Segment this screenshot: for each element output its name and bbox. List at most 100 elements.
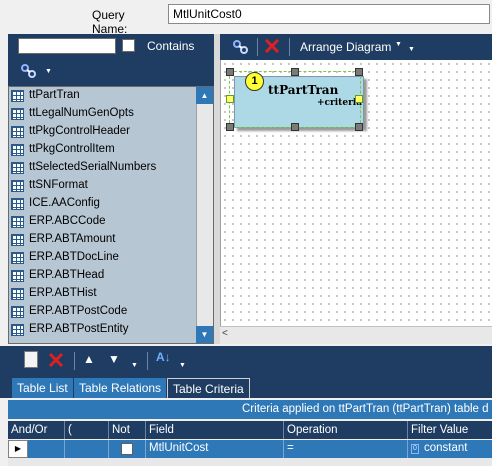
grid-body bbox=[8, 458, 492, 466]
table-icon bbox=[11, 288, 24, 300]
column-header-filter-value[interactable]: Filter Value bbox=[411, 424, 468, 436]
tab-table-relations[interactable]: Table Relations bbox=[74, 378, 167, 398]
column-divider bbox=[64, 421, 65, 439]
table-icon bbox=[11, 252, 24, 264]
table-icon bbox=[11, 180, 24, 192]
resize-handle[interactable] bbox=[291, 68, 299, 76]
table-list-item[interactable]: ttPkgControlHeader bbox=[9, 123, 199, 141]
table-search-input[interactable] bbox=[18, 38, 116, 54]
column-header-operation[interactable]: Operation bbox=[287, 424, 338, 436]
constant-type-icon: 0 bbox=[411, 444, 419, 454]
toolbar-divider bbox=[289, 38, 290, 56]
delete-icon[interactable] bbox=[264, 38, 280, 54]
cell-divider bbox=[407, 440, 408, 458]
table-icon bbox=[11, 198, 24, 210]
scroll-down-icon[interactable]: ▼ bbox=[196, 326, 213, 343]
link-icon[interactable] bbox=[230, 38, 252, 56]
connector-handle[interactable] bbox=[355, 95, 363, 103]
table-list-item[interactable]: ttPkgControlItem bbox=[9, 141, 199, 159]
move-down-icon[interactable]: ▼ bbox=[108, 352, 120, 366]
table-list-item[interactable]: ttLegalNumGenOpts bbox=[9, 105, 199, 123]
cell-filter-value[interactable]: constant bbox=[424, 442, 467, 454]
table-list-item-label: ERP.ABTAmount bbox=[29, 233, 116, 245]
table-list-item[interactable]: ttSelectedSerialNumbers bbox=[9, 159, 199, 177]
column-divider bbox=[108, 421, 109, 439]
toolbar-divider bbox=[147, 352, 148, 370]
chevron-down-icon[interactable]: ▼ bbox=[131, 362, 138, 369]
column-header-not[interactable]: Not bbox=[112, 424, 130, 436]
table-list-item-label: ttSNFormat bbox=[29, 179, 88, 191]
resize-handle[interactable] bbox=[291, 123, 299, 131]
column-header-field[interactable]: Field bbox=[149, 424, 174, 436]
scroll-left-icon[interactable]: < bbox=[222, 328, 228, 339]
cell-divider bbox=[64, 440, 65, 458]
table-list-item[interactable]: ICE.AAConfig bbox=[9, 195, 199, 213]
chevron-down-icon[interactable]: ▼ bbox=[408, 46, 415, 53]
table-list-item[interactable]: ERP.ABTHead bbox=[9, 267, 199, 285]
table-list-item[interactable]: ttPartTran bbox=[9, 87, 199, 105]
table-icon bbox=[11, 216, 24, 228]
table-list-scrollbar[interactable] bbox=[196, 87, 213, 343]
resize-handle[interactable] bbox=[355, 68, 363, 76]
table-list-item[interactable]: ERP.ABCCode bbox=[9, 213, 199, 231]
table-list-item-label: ICE.AAConfig bbox=[29, 197, 100, 209]
diagram-horizontal-scrollbar[interactable] bbox=[220, 326, 492, 344]
contains-checkbox[interactable] bbox=[122, 39, 135, 52]
delete-icon[interactable] bbox=[48, 352, 64, 368]
contains-label: Contains bbox=[147, 39, 195, 53]
table-list-item-label: ERP.ABTHist bbox=[29, 287, 97, 299]
table-list-item-label: ERP.ABTHead bbox=[29, 269, 105, 281]
table-list-item[interactable]: ERP.ABTAmount bbox=[9, 231, 199, 249]
table-icon bbox=[11, 162, 24, 174]
resize-handle[interactable] bbox=[226, 123, 234, 131]
link-icon[interactable] bbox=[18, 62, 40, 80]
table-icon bbox=[11, 126, 24, 138]
table-row[interactable] bbox=[8, 440, 492, 458]
tab-table-list[interactable]: Table List bbox=[12, 378, 73, 398]
table-list-item-label: ttPkgControlHeader bbox=[29, 125, 130, 137]
table-list-item-label: ttLegalNumGenOpts bbox=[29, 107, 134, 119]
table-list-item[interactable]: ERP.ABTPostCode bbox=[9, 303, 199, 321]
table-list: ttPartTran ttLegalNumGenOpts ttPkgControlH… bbox=[8, 86, 214, 344]
tab-table-criteria[interactable]: Table Criteria bbox=[167, 378, 250, 398]
row-indicator-icon[interactable]: ▶ bbox=[8, 440, 28, 458]
cell-field[interactable]: MtlUnitCost bbox=[149, 442, 208, 454]
table-list-item-label: ERP.ABCCode bbox=[29, 215, 106, 227]
table-list-item-label: ttPartTran bbox=[29, 89, 80, 101]
column-divider bbox=[283, 421, 284, 439]
table-icon bbox=[11, 144, 24, 156]
table-icon bbox=[11, 306, 24, 318]
table-list-item[interactable]: ttSNFormat bbox=[9, 177, 199, 195]
table-list-item[interactable]: ERP.ABTHist bbox=[9, 285, 199, 303]
resize-handle[interactable] bbox=[355, 123, 363, 131]
table-node-title: ttPartTran bbox=[268, 83, 339, 97]
scroll-up-icon[interactable]: ▲ bbox=[196, 87, 213, 104]
query-name-label: Query Name: bbox=[92, 8, 128, 36]
query-name-input[interactable]: MtlUnitCost0 bbox=[168, 4, 490, 24]
column-header-and-or[interactable]: And/Or bbox=[11, 424, 47, 436]
new-document-icon[interactable] bbox=[24, 351, 38, 368]
connector-handle[interactable] bbox=[226, 95, 234, 103]
sort-icon[interactable]: A↓ bbox=[156, 350, 171, 364]
table-list-item-label: ERP.ABTDocLine bbox=[29, 251, 119, 263]
not-checkbox[interactable] bbox=[121, 443, 133, 455]
cell-divider bbox=[108, 440, 109, 458]
chevron-down-icon[interactable]: ▼ bbox=[179, 362, 186, 369]
chevron-down-icon[interactable]: ▼ bbox=[395, 41, 402, 48]
resize-handle[interactable] bbox=[226, 68, 234, 76]
cell-divider bbox=[283, 440, 284, 458]
cell-divider bbox=[145, 440, 146, 458]
grid-caption: Criteria applied on ttPartTran (ttPartTr… bbox=[8, 400, 492, 419]
table-list-item[interactable]: ERP.ABTDocLine bbox=[9, 249, 199, 267]
table-list-item-label: ERP.ABTPostEntity bbox=[29, 323, 129, 335]
column-header-paren[interactable]: ( bbox=[68, 424, 72, 436]
arrange-diagram-button[interactable]: Arrange Diagram bbox=[300, 40, 391, 54]
table-icon bbox=[11, 324, 24, 336]
move-up-icon[interactable]: ▲ bbox=[83, 352, 95, 366]
chevron-down-icon[interactable]: ▼ bbox=[45, 68, 52, 75]
cell-operation[interactable]: = bbox=[287, 442, 294, 454]
table-list-item-label: ttPkgControlItem bbox=[29, 143, 115, 155]
toolbar-divider bbox=[74, 352, 75, 370]
table-list-item[interactable]: ERP.ABTPostEntity bbox=[9, 321, 199, 339]
column-divider bbox=[145, 421, 146, 439]
